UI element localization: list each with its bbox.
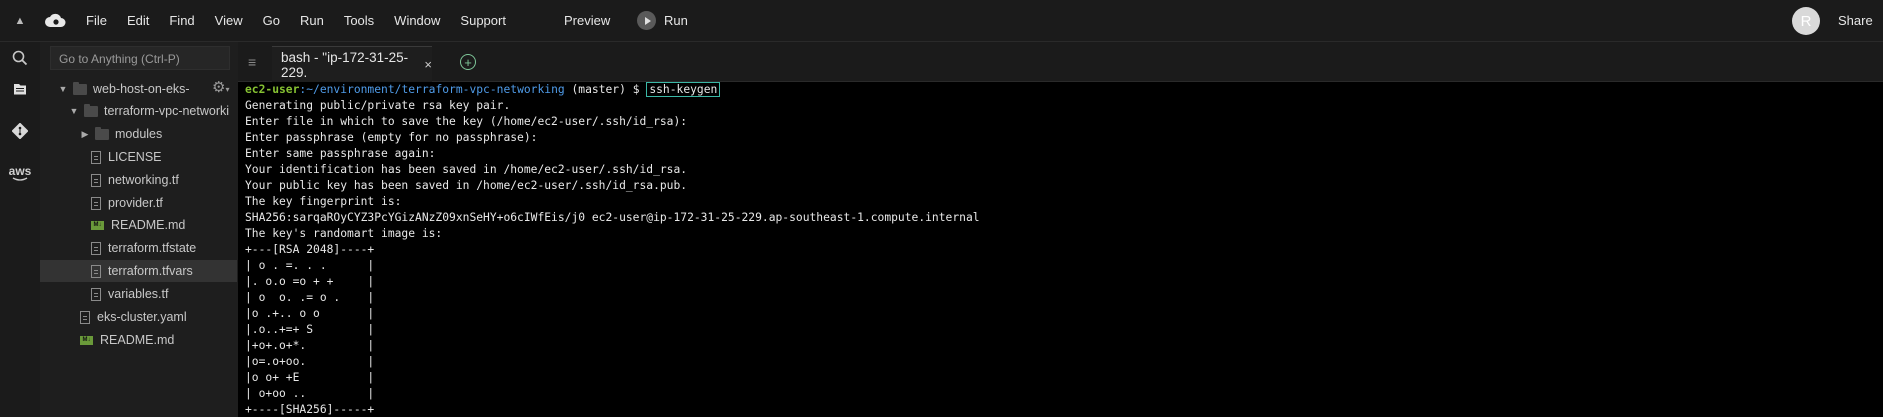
search-icon[interactable] <box>0 42 40 74</box>
menu-tools[interactable]: Tools <box>334 13 384 28</box>
tree-file[interactable]: M↓ README.md <box>40 214 237 236</box>
terminal-line: |. o.o =o + + | <box>245 275 375 288</box>
tree-folder[interactable]: ▼ web-host-on-eks- <box>40 78 237 100</box>
tree-file[interactable]: terraform.tfvars <box>40 260 237 282</box>
terminal-line: | o+oo .. | <box>245 387 375 400</box>
user-avatar[interactable]: R <box>1792 7 1820 35</box>
terminal-line: |o .+.. o o | <box>245 307 375 320</box>
close-icon[interactable]: × <box>424 57 432 72</box>
terminal-line: The key's randomart image is: <box>245 227 443 240</box>
terminal-line: The key fingerprint is: <box>245 195 402 208</box>
tree-item-label: terraform-vpc-networki <box>104 104 230 118</box>
menu-run[interactable]: Run <box>290 13 334 28</box>
chevron-right-icon[interactable]: ▶ <box>79 129 91 140</box>
tree-file[interactable]: M↓ README.md <box>40 329 237 351</box>
menu-window[interactable]: Window <box>384 13 450 28</box>
run-play-icon <box>637 11 656 30</box>
tree-file[interactable]: eks-cluster.yaml <box>40 306 237 328</box>
tab-label: bash - "ip-172-31-25-229. <box>281 49 409 80</box>
tree-item-label: LICENSE <box>108 150 162 164</box>
file-icon <box>91 150 101 164</box>
terminal-line: Enter file in which to save the key (/ho… <box>245 115 688 128</box>
tree-item-label: provider.tf <box>108 196 163 210</box>
menu-items: File Edit Find View Go Run Tools Window Support <box>76 13 516 28</box>
prompt-path: :~/environment/terraform-vpc-networking <box>299 83 565 96</box>
tree-folder[interactable]: ▼ terraform-vpc-networki <box>40 100 237 122</box>
chevron-down-icon[interactable]: ▼ <box>57 84 69 94</box>
menu-find[interactable]: Find <box>159 13 204 28</box>
folder-icon <box>73 81 87 95</box>
folder-icon <box>95 126 109 140</box>
file-icon <box>91 287 101 301</box>
cloud9-logo-icon[interactable] <box>40 0 70 42</box>
menu-support[interactable]: Support <box>450 13 516 28</box>
terminal-line: Your identification has been saved in /h… <box>245 163 688 176</box>
terminal-line: | o . =. . . | <box>245 259 375 272</box>
file-icon <box>80 310 90 324</box>
folder-icon <box>84 103 98 117</box>
terminal-line: +----[SHA256]-----+ <box>245 403 375 416</box>
tree-item-label: modules <box>115 127 163 141</box>
terminal-line: |+o+.o+*. | <box>245 339 375 352</box>
activity-bar: aws <box>0 42 40 417</box>
tree-file[interactable]: LICENSE <box>40 146 237 168</box>
menu-view[interactable]: View <box>205 13 253 28</box>
file-icon <box>91 241 101 255</box>
markdown-file-icon: M↓ <box>80 335 93 345</box>
add-tab-icon[interactable]: + <box>460 54 476 70</box>
tree-item-label: README.md <box>100 333 175 347</box>
aws-icon[interactable]: aws <box>0 158 40 190</box>
prompt-user: ec2-user <box>245 83 300 96</box>
menu-go[interactable]: Go <box>253 13 290 28</box>
terminal-line: |o=.o+oo. | <box>245 355 375 368</box>
terminal-line: Enter passphrase (empty for no passphras… <box>245 131 538 144</box>
file-explorer: Go to Anything (Ctrl-P) ⚙▾ ▼ web-host-on-… <box>40 42 237 417</box>
share-button[interactable]: Share <box>1838 13 1873 28</box>
go-to-anything-input[interactable]: Go to Anything (Ctrl-P) <box>50 46 230 70</box>
file-icon <box>91 264 101 278</box>
preview-menu[interactable]: Preview <box>564 13 610 28</box>
tree-item-label: eks-cluster.yaml <box>97 310 187 324</box>
tree-item-label: networking.tf <box>108 173 179 187</box>
terminal-line: +---[RSA 2048]----+ <box>245 243 375 256</box>
chevron-down-icon[interactable]: ▼ <box>68 106 80 116</box>
git-icon[interactable] <box>0 115 40 147</box>
tree-file[interactable]: provider.tf <box>40 192 237 214</box>
tree-item-label: README.md <box>111 218 186 232</box>
menu-bar: ▲ File Edit Find View Go Run Tools Window Suppor… <box>0 0 1883 42</box>
menu-edit[interactable]: Edit <box>117 13 159 28</box>
tree-file[interactable]: networking.tf <box>40 169 237 191</box>
markdown-file-icon: M↓ <box>91 220 104 230</box>
terminal-line: SHA256:sarqaROyCYZ3PcYGizANzZ09xnSeHY+o6… <box>245 211 980 224</box>
tree-file[interactable]: terraform.tfstate <box>40 237 237 259</box>
prompt-branch: (master) $ <box>564 83 647 96</box>
tab-bar: ≡ bash - "ip-172-31-25-229. × + <box>238 42 1883 82</box>
terminal-line: |.o..+=+ S | <box>245 323 375 336</box>
aws-label: aws <box>8 164 32 178</box>
tree-item-label: terraform.tfstate <box>108 241 197 255</box>
terminal-prompt-line: ec2-user:~/environment/terraform-vpc-net… <box>245 82 1883 98</box>
tab-bash-terminal[interactable]: bash - "ip-172-31-25-229. × <box>272 46 432 82</box>
tree-item-label: variables.tf <box>108 287 169 301</box>
run-button[interactable]: Run <box>637 11 688 30</box>
files-icon[interactable] <box>0 73 40 105</box>
tree-file[interactable]: variables.tf <box>40 283 237 305</box>
tree-item-label: web-host-on-eks- <box>93 82 190 96</box>
menu-file[interactable]: File <box>76 13 117 28</box>
collapse-menu-caret-icon[interactable]: ▲ <box>0 0 40 42</box>
terminal-line: | o o. .= o . | <box>245 291 375 304</box>
run-label: Run <box>664 13 688 28</box>
tab-menu-icon[interactable]: ≡ <box>248 54 256 70</box>
terminal-line: |o o+ +E | <box>245 371 375 384</box>
terminal-line: Enter same passphrase again: <box>245 147 436 160</box>
terminal-command: ssh-keygen <box>646 82 721 97</box>
tree-folder[interactable]: ▶ modules <box>40 123 237 145</box>
terminal-output: Generating public/private rsa key pair. E… <box>245 98 1883 417</box>
tree-item-label: terraform.tfvars <box>108 264 193 278</box>
file-icon <box>91 173 101 187</box>
terminal-line: Your public key has been saved in /home/… <box>245 179 688 192</box>
terminal[interactable]: ec2-user:~/environment/terraform-vpc-net… <box>238 82 1883 417</box>
file-icon <box>91 196 101 210</box>
terminal-line: Generating public/private rsa key pair. <box>245 99 511 112</box>
